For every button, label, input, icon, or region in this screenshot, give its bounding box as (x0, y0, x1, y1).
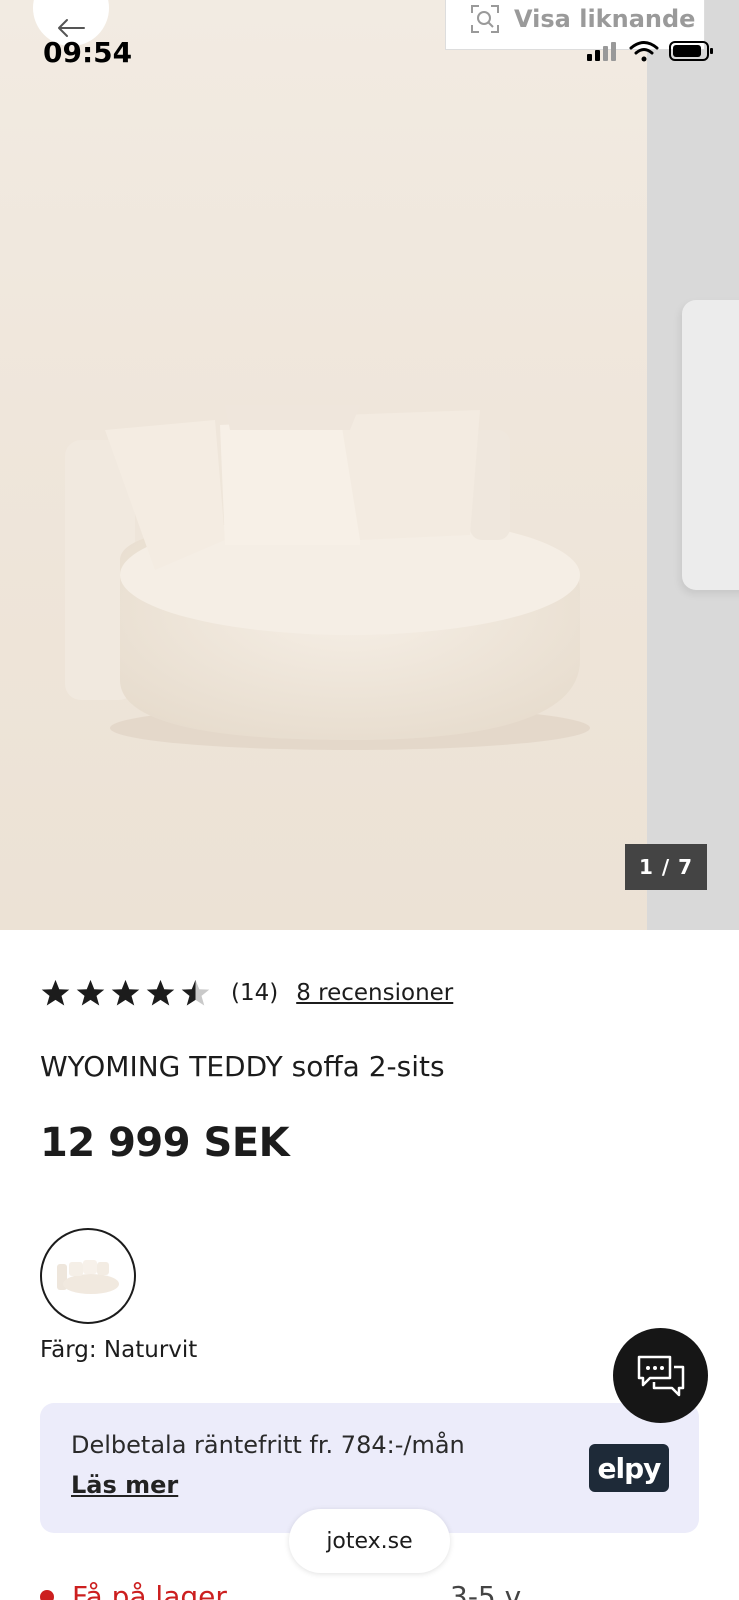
star-icon (41, 979, 70, 1006)
delivery-time-text: 3-5 v (450, 1580, 522, 1600)
stock-status-row: Få på lager 3-5 v (40, 1580, 739, 1600)
half-star-icon (181, 979, 210, 1006)
rating-count: (14) (231, 980, 279, 1006)
installment-text: Delbetala räntefritt fr. 784:-/mån (71, 1431, 465, 1459)
star-icon (76, 979, 105, 1006)
visa-liknande-label: Visa liknande (514, 5, 696, 33)
rating-stars (40, 978, 211, 1008)
stock-status-text: Få på lager (72, 1580, 227, 1600)
status-icons (585, 40, 715, 62)
elpy-logo: elpy (589, 1444, 669, 1492)
gallery-image-main[interactable] (0, 0, 647, 930)
signal-icon (587, 42, 616, 61)
color-swatch-selected[interactable] (40, 1228, 136, 1324)
product-gallery[interactable]: 1 / 7 (0, 0, 739, 930)
visual-search-icon (471, 5, 499, 33)
battery-icon (669, 41, 713, 61)
gallery-counter: 1 / 7 (625, 844, 707, 890)
star-icon (146, 979, 175, 1006)
sofa-image (65, 405, 590, 750)
browser-url-pill[interactable]: jotex.se (289, 1509, 450, 1573)
wifi-icon (629, 41, 659, 62)
chat-button[interactable] (613, 1328, 708, 1423)
swatch-sofa-thumbnail (57, 1260, 119, 1294)
back-arrow-icon (58, 19, 85, 37)
chat-icon (637, 1355, 684, 1396)
product-price: 12 999 SEK (40, 1120, 290, 1166)
reviews-link[interactable]: 8 recensioner (296, 980, 453, 1006)
product-title: WYOMING TEDDY soffa 2-sits (40, 1050, 445, 1083)
read-more-link[interactable]: Läs mer (71, 1471, 178, 1499)
status-time: 09:54 (43, 36, 133, 69)
gallery-image-next[interactable] (647, 0, 739, 930)
stock-status-dot (40, 1590, 54, 1600)
star-icon (111, 979, 140, 1006)
rating-row: (14) 8 recensioner (40, 978, 453, 1008)
color-label: Färg: Naturvit (40, 1337, 198, 1363)
next-product-preview (682, 300, 739, 590)
